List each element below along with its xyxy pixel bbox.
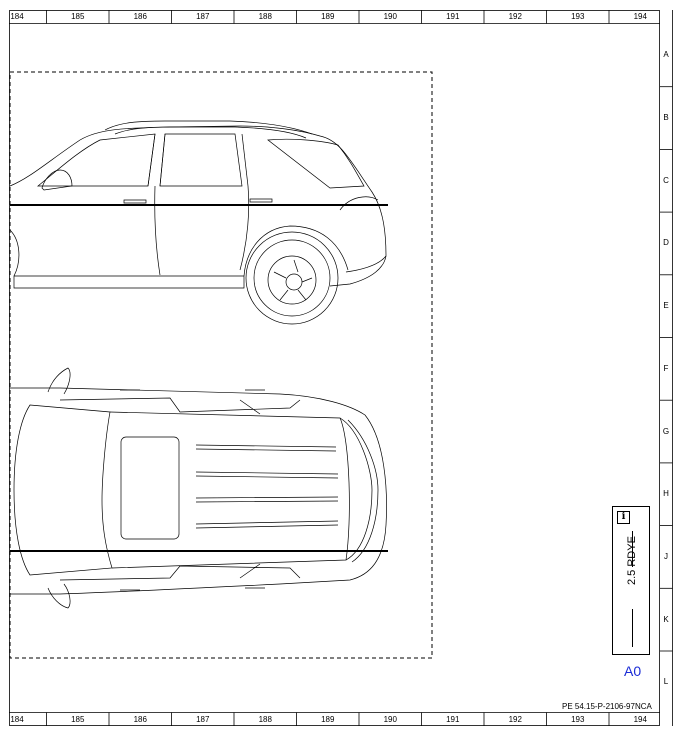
top-sunroof xyxy=(120,436,180,540)
column-label: 185 xyxy=(71,715,85,724)
side-door-handle-rear xyxy=(249,198,273,203)
row-label: D xyxy=(663,238,669,248)
top-roof-outline xyxy=(13,404,113,576)
wire-label-text: 2.5 RDYE xyxy=(626,536,638,585)
column-label: 184 xyxy=(10,12,24,21)
side-b-pillar xyxy=(147,133,166,187)
top-windshield xyxy=(109,411,350,569)
column-label: 191 xyxy=(446,715,460,724)
top-mirror-lower xyxy=(47,583,71,609)
column-label: 186 xyxy=(133,12,147,21)
side-rear-bumper xyxy=(345,255,387,273)
top-roof-slat-4 xyxy=(195,520,339,525)
row-label: F xyxy=(663,363,669,373)
column-label: 194 xyxy=(633,715,647,724)
column-label: 192 xyxy=(508,715,522,724)
side-roofrail xyxy=(104,120,313,135)
column-label: 193 xyxy=(571,715,585,724)
side-door-line-rear xyxy=(239,185,250,271)
side-rear-rim xyxy=(267,255,317,305)
top-rear-glass-inner xyxy=(347,419,379,563)
row-label: C xyxy=(663,175,669,185)
row-label: H xyxy=(663,489,669,499)
side-sill xyxy=(13,275,245,289)
side-front-wheel-arch xyxy=(9,229,20,277)
top-roof-slat-2 xyxy=(195,471,339,475)
column-label: 190 xyxy=(383,12,397,21)
column-label: 194 xyxy=(633,12,647,21)
column-label: 191 xyxy=(446,12,460,21)
top-rail-lower xyxy=(59,563,301,581)
vehicle-side-view xyxy=(9,120,387,325)
row-label: B xyxy=(663,113,669,123)
page-frame xyxy=(9,10,660,726)
row-label: L xyxy=(663,677,669,687)
wiring-diagram xyxy=(9,10,673,726)
side-rear-spokes xyxy=(273,259,313,301)
column-label: 185 xyxy=(71,12,85,21)
document-reference: PE 54.15-P-2106-97NCA xyxy=(562,702,652,711)
column-label: 193 xyxy=(571,12,585,21)
side-door-line-front xyxy=(154,185,161,276)
side-rear-wheel xyxy=(245,231,339,325)
column-label: 184 xyxy=(10,715,24,724)
top-roof-slat-4b xyxy=(195,524,339,529)
side-rear-hub xyxy=(285,273,303,291)
row-label: A xyxy=(663,50,669,60)
vehicle-top-view xyxy=(10,367,387,609)
top-roof-slat-1 xyxy=(195,444,337,448)
connector-code[interactable]: A0 xyxy=(624,663,641,679)
column-label: 190 xyxy=(383,715,397,724)
side-quarter-window xyxy=(267,138,365,189)
wire-legend-box: i 2.5 RDYE xyxy=(612,506,650,655)
column-label: 187 xyxy=(196,715,210,724)
top-rail-upper xyxy=(59,397,301,415)
wire-line-bottom xyxy=(632,609,633,647)
info-icon[interactable]: i xyxy=(617,511,630,524)
side-door-handle-front xyxy=(123,199,147,204)
column-label: 187 xyxy=(196,12,210,21)
side-rear-tire-inner xyxy=(253,239,331,317)
row-label: G xyxy=(662,426,670,436)
side-roofrail-inner xyxy=(114,126,307,139)
top-roof-slat-3b xyxy=(195,500,339,503)
top-roof-slat-1b xyxy=(195,448,337,452)
top-mirror-upper xyxy=(47,367,71,395)
side-tail-light xyxy=(339,196,379,211)
column-label: 188 xyxy=(258,715,272,724)
side-rear-wheel-arch xyxy=(243,225,349,277)
top-roof-slat-2b xyxy=(195,475,339,479)
row-label: K xyxy=(663,614,669,624)
column-label: 189 xyxy=(321,12,335,21)
side-front-window xyxy=(37,133,156,187)
top-body-outline xyxy=(10,387,387,595)
column-label: 189 xyxy=(321,715,335,724)
top-rear-glass xyxy=(339,417,373,561)
column-label: 186 xyxy=(133,715,147,724)
row-label: J xyxy=(664,551,668,561)
side-c-pillar xyxy=(241,133,249,187)
column-label: 188 xyxy=(258,12,272,21)
side-rear-window xyxy=(159,133,243,187)
side-mirror xyxy=(41,169,73,191)
column-label: 192 xyxy=(508,12,522,21)
row-label: E xyxy=(663,301,669,311)
top-roof-slat-3 xyxy=(195,496,339,499)
